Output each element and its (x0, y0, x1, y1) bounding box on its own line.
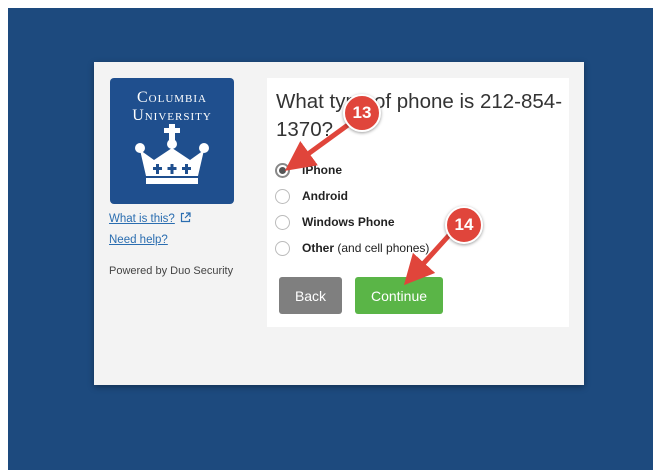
option-other-label: Other (302, 241, 335, 255)
need-help-link[interactable]: Need help? (109, 234, 168, 246)
radio-other[interactable] (275, 240, 290, 256)
option-android-label: Android (302, 189, 348, 203)
duo-auth-card: Columbia University What is this? Need h… (94, 62, 584, 385)
columbia-logo: Columbia University (110, 78, 234, 204)
option-iphone-label: iPhone (302, 163, 343, 177)
option-other[interactable]: Other (and cell phones) (275, 238, 429, 258)
continue-button[interactable]: Continue (355, 277, 443, 314)
annotation-badge-13: 13 (343, 94, 381, 132)
phone-type-panel: What type of phone is 212-854-1370? iPho… (267, 78, 569, 327)
back-button[interactable]: Back (279, 277, 342, 314)
option-windows-phone[interactable]: Windows Phone (275, 212, 395, 232)
option-other-note: (and cell phones) (334, 241, 430, 255)
radio-android[interactable] (275, 188, 290, 204)
external-link-icon (180, 212, 191, 223)
radio-iphone[interactable] (275, 162, 290, 178)
phone-type-question: What type of phone is 212-854-1370? (276, 90, 563, 141)
what-is-this-link[interactable]: What is this? (109, 213, 175, 225)
logo-line1: Columbia (136, 89, 207, 106)
logo-text: Columbia University (110, 89, 234, 125)
crown-icon (135, 124, 209, 184)
option-android[interactable]: Android (275, 186, 348, 206)
logo-line2: University (132, 107, 212, 124)
option-windows-phone-label: Windows Phone (302, 215, 395, 229)
option-iphone[interactable]: iPhone (275, 160, 342, 180)
annotation-badge-14: 14 (445, 206, 483, 244)
powered-by-text: Powered by Duo Security (109, 265, 234, 277)
radio-windows-phone[interactable] (275, 214, 290, 230)
